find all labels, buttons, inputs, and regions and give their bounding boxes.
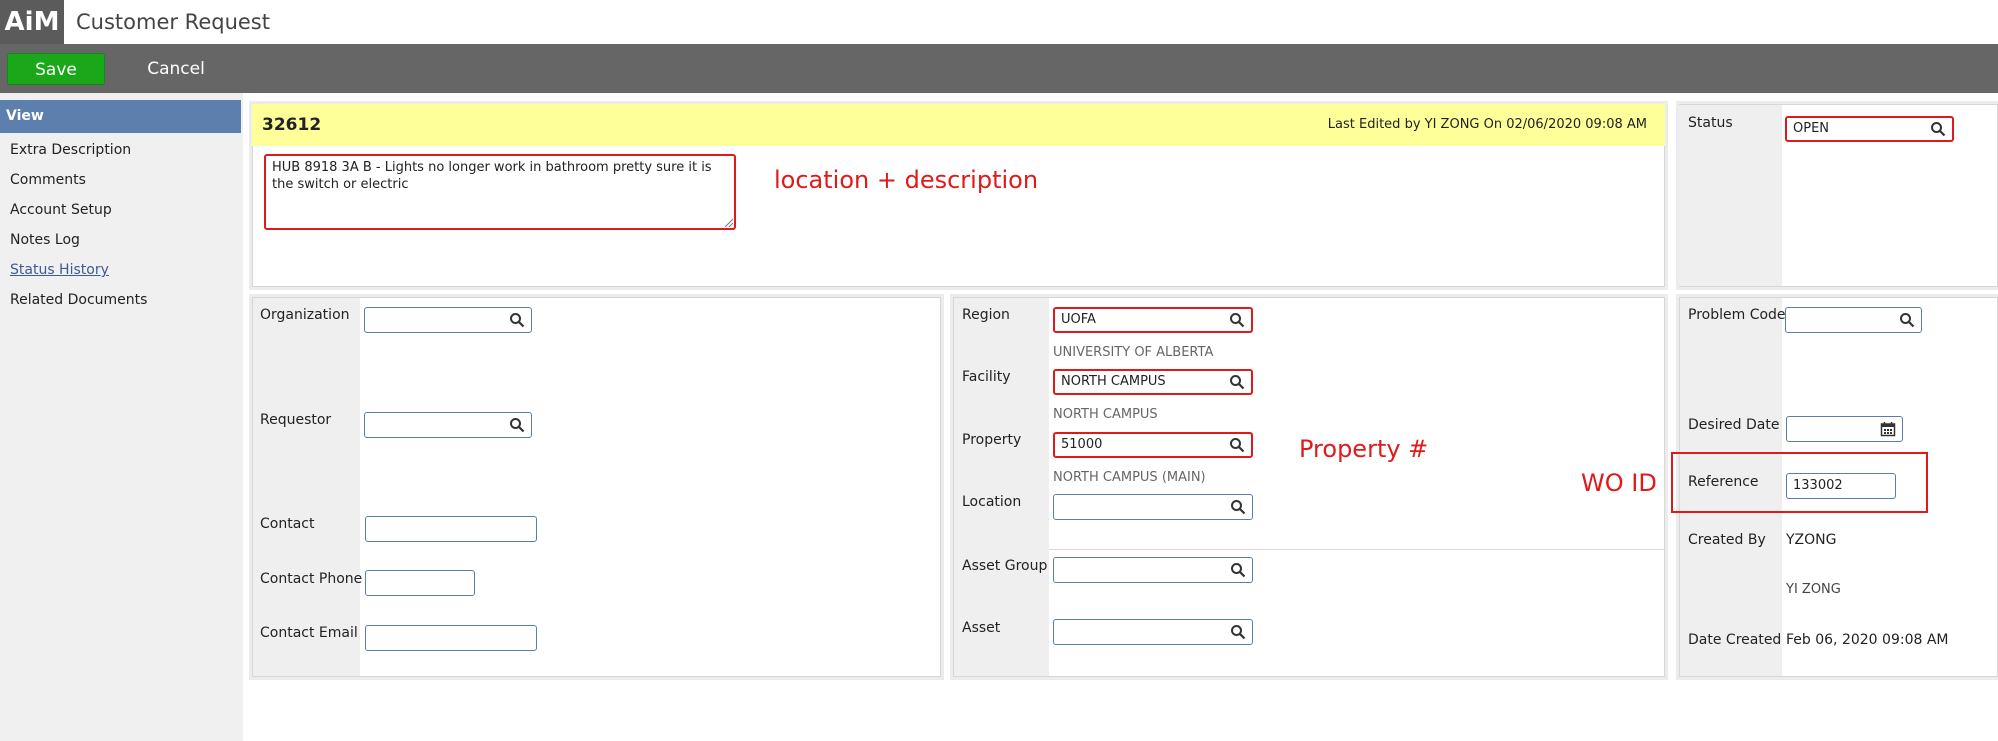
- created-by-value: YZONG: [1786, 532, 1837, 548]
- region-description: UNIVERSITY OF ALBERTA: [1053, 345, 1214, 360]
- search-icon[interactable]: [1229, 312, 1245, 328]
- search-icon[interactable]: [1230, 499, 1246, 515]
- sidebar-item-notes-log[interactable]: Notes Log: [10, 232, 80, 248]
- app-logo: AiM: [0, 0, 64, 44]
- facility-description: NORTH CAMPUS: [1053, 407, 1158, 422]
- status-label: Status: [1688, 115, 1733, 131]
- calendar-icon[interactable]: [1880, 421, 1896, 437]
- contact-phone-label: Contact Phone: [260, 571, 363, 587]
- created-by-label: Created By: [1688, 532, 1766, 548]
- contact-field[interactable]: [365, 516, 537, 542]
- section-divider: [1049, 549, 1664, 550]
- cancel-button[interactable]: Cancel: [126, 53, 226, 85]
- reference-label: Reference: [1688, 474, 1759, 490]
- property-value: 51000: [1061, 437, 1103, 452]
- last-edited-info: Last Edited by YI ZONG On 02/06/2020 09:…: [1327, 117, 1647, 132]
- search-icon[interactable]: [509, 312, 525, 328]
- region-label: Region: [962, 307, 1010, 323]
- description-textarea[interactable]: HUB 8918 3A B - Lights no longer work in…: [264, 154, 736, 230]
- sidebar-item-related-documents[interactable]: Related Documents: [10, 292, 147, 308]
- asset-group-field[interactable]: [1053, 557, 1253, 583]
- asset-label: Asset: [962, 620, 1001, 636]
- search-icon[interactable]: [1229, 437, 1245, 453]
- status-label-column: [1679, 105, 1782, 286]
- resize-grip-icon[interactable]: [723, 217, 733, 227]
- search-icon[interactable]: [1229, 374, 1245, 390]
- contact-email-label: Contact Email: [260, 625, 358, 641]
- created-by-name: YI ZONG: [1786, 582, 1841, 597]
- search-icon[interactable]: [1899, 312, 1915, 328]
- reference-field[interactable]: 133002: [1786, 473, 1896, 499]
- facility-value: NORTH CAMPUS: [1061, 374, 1166, 389]
- sidebar-item-account-setup[interactable]: Account Setup: [10, 202, 112, 218]
- asset-field[interactable]: [1053, 619, 1253, 645]
- facility-field[interactable]: NORTH CAMPUS: [1053, 369, 1253, 395]
- request-id: 32612: [262, 115, 322, 135]
- status-field[interactable]: OPEN: [1785, 116, 1954, 142]
- search-icon[interactable]: [1930, 121, 1946, 137]
- description-text: HUB 8918 3A B - Lights no longer work in…: [272, 160, 712, 192]
- search-icon[interactable]: [509, 417, 525, 433]
- desired-date-field[interactable]: [1786, 416, 1903, 442]
- annotation-property-number: Property #: [1299, 435, 1429, 463]
- region-value: UOFA: [1061, 312, 1096, 327]
- problem-code-label: Problem Code: [1688, 307, 1786, 323]
- date-created-value: Feb 06, 2020 09:08 AM: [1786, 632, 1949, 648]
- location-field[interactable]: [1053, 494, 1253, 520]
- organization-field[interactable]: [364, 307, 532, 333]
- search-icon[interactable]: [1230, 562, 1246, 578]
- status-value: OPEN: [1793, 121, 1830, 136]
- facility-label: Facility: [962, 369, 1011, 385]
- date-created-label: Date Created: [1688, 632, 1782, 648]
- contact-phone-field[interactable]: [365, 570, 475, 596]
- problem-code-field[interactable]: [1785, 307, 1922, 333]
- requestor-label: Requestor: [260, 412, 332, 428]
- reference-value: 133002: [1793, 478, 1843, 493]
- sidebar-item-view[interactable]: View: [0, 100, 241, 133]
- contact-email-field[interactable]: [365, 625, 537, 651]
- sidebar-item-extra-description[interactable]: Extra Description: [10, 142, 131, 158]
- contact-label: Contact: [260, 516, 315, 532]
- property-field[interactable]: 51000: [1053, 432, 1253, 458]
- contact-label-column: [253, 298, 360, 676]
- asset-group-label: Asset Group: [962, 558, 1048, 574]
- search-icon[interactable]: [1230, 624, 1246, 640]
- annotation-location-description: location + description: [774, 166, 1039, 194]
- toolbar: [0, 44, 1998, 93]
- requestor-field[interactable]: [364, 412, 532, 438]
- location-label: Location: [962, 494, 1022, 510]
- region-field[interactable]: UOFA: [1053, 307, 1253, 333]
- property-label: Property: [962, 432, 1022, 448]
- desired-date-label: Desired Date: [1688, 417, 1780, 433]
- organization-label: Organization: [260, 307, 350, 323]
- annotation-wo-id: WO ID: [1581, 469, 1657, 497]
- property-description: NORTH CAMPUS (MAIN): [1053, 470, 1206, 485]
- sidebar-item-comments[interactable]: Comments: [10, 172, 86, 188]
- save-button[interactable]: Save: [7, 53, 105, 85]
- sidebar-item-status-history[interactable]: Status History: [10, 262, 109, 278]
- sidebar: [0, 93, 243, 741]
- page-title: Customer Request: [76, 10, 270, 34]
